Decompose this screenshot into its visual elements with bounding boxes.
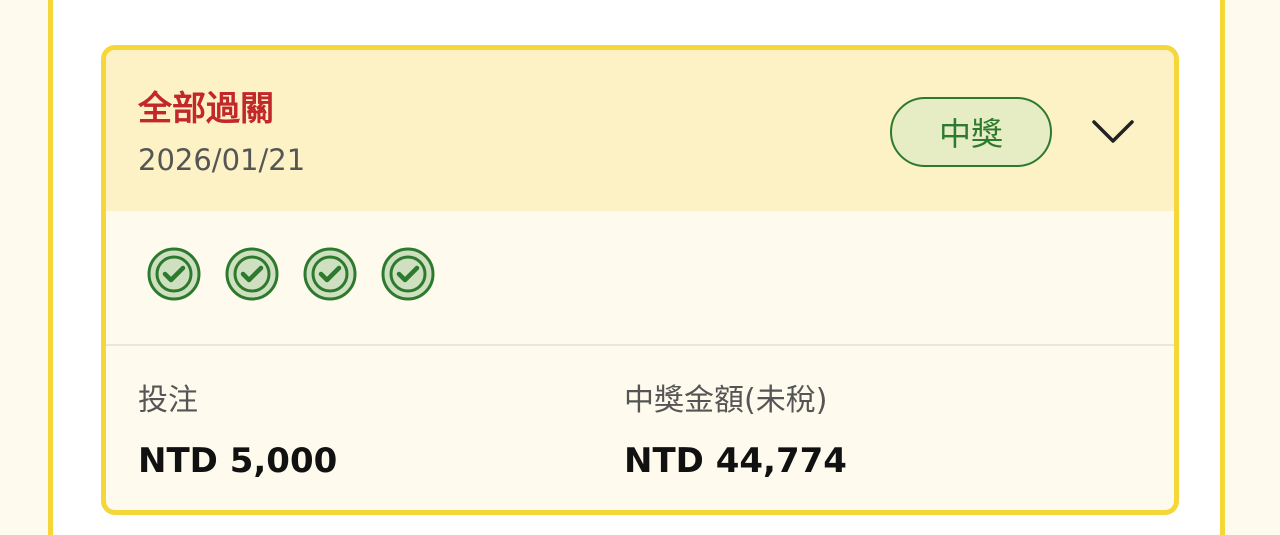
payout-label: 中獎金額(未稅) (624, 383, 828, 418)
bet-date: 2026/01/21 (138, 143, 306, 177)
card-header[interactable]: 全部過關 2026/01/21 中獎 (106, 50, 1174, 211)
check-circle-icon (147, 247, 201, 301)
check-circle-icon (381, 247, 435, 301)
bet-record-card: 全部過關 2026/01/21 中獎 投注 NTD 5,000 中獎金額(未稅)… (101, 45, 1179, 515)
stake-value: NTD 5,000 (138, 441, 338, 481)
check-circle-icon (303, 247, 357, 301)
legs-result-row (106, 211, 1174, 344)
bet-type-title: 全部過關 (138, 89, 274, 129)
stake-label: 投注 (138, 383, 198, 418)
status-badge: 中獎 (890, 97, 1052, 167)
check-circle-icon (225, 247, 279, 301)
payout-value: NTD 44,774 (624, 441, 847, 481)
chevron-down-icon[interactable] (1086, 112, 1140, 152)
divider (106, 344, 1174, 346)
